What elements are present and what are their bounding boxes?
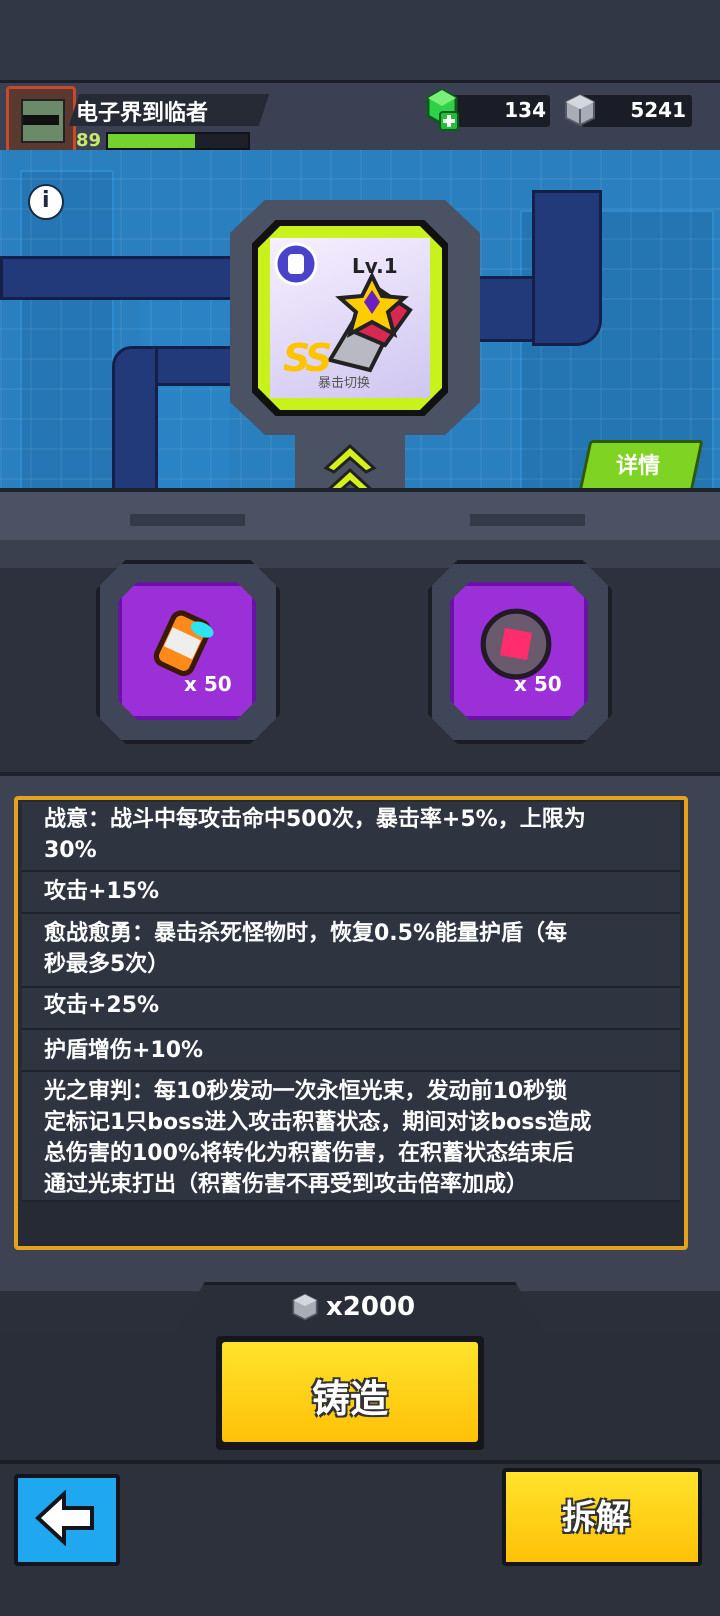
effect-text: 攻击+25%	[44, 993, 160, 1018]
player-name: 电子界到临者	[76, 101, 209, 126]
avatar-glasses	[23, 115, 59, 125]
pipe-left-vertical	[112, 346, 158, 492]
top-status-area	[0, 0, 720, 80]
effect-text: 战意：战斗中每攻击命中500次，暴击率+5%，上限为 30%	[44, 807, 586, 863]
metal-cube-icon	[292, 1293, 318, 1321]
forge-cost: x2000	[326, 1292, 416, 1322]
pipe-left-low	[150, 346, 240, 386]
metal-count: 5241	[630, 98, 686, 122]
item-name: 暴击切换	[318, 376, 371, 391]
material-capsule-required: x 50	[184, 672, 232, 696]
gem-count: 134	[504, 98, 546, 122]
player-avatar[interactable]	[6, 86, 76, 156]
effect-text: 光之审判：每10秒发动一次永恒光束，发动前10秒锁 定标记1只boss进入攻击积蓄…	[44, 1079, 592, 1197]
dismantle-label: 拆解	[562, 1498, 630, 1538]
pipe-right-vertical	[532, 190, 602, 346]
details-label: 详情	[616, 454, 661, 479]
xp-bar-fill	[108, 134, 195, 148]
effect-text: 愈战愈勇：暴击杀死怪物时，恢复0.5%能量护盾（每 秒最多5次）	[44, 921, 568, 977]
material-orb-required: x 50	[514, 672, 562, 696]
back-button[interactable]	[14, 1474, 120, 1566]
info-button[interactable]: i	[28, 184, 64, 220]
scene-floor	[0, 488, 720, 544]
back-arrow-icon	[35, 1490, 94, 1546]
orange-capsule-icon	[153, 610, 214, 677]
green-gem-plus-icon	[426, 88, 459, 131]
player-level: 89	[76, 130, 102, 151]
effect-text: 攻击+15%	[44, 879, 160, 904]
metal-currency[interactable]: 5241	[562, 88, 692, 132]
gem-currency[interactable]: 134	[420, 88, 552, 132]
pipe-left	[0, 256, 238, 300]
effect-text: 护盾增伤+10%	[44, 1038, 204, 1063]
info-icon: i	[42, 188, 50, 213]
forge-label: 铸造	[312, 1377, 389, 1421]
red-core-orb-icon	[480, 608, 552, 680]
metal-cube-icon	[565, 93, 595, 127]
